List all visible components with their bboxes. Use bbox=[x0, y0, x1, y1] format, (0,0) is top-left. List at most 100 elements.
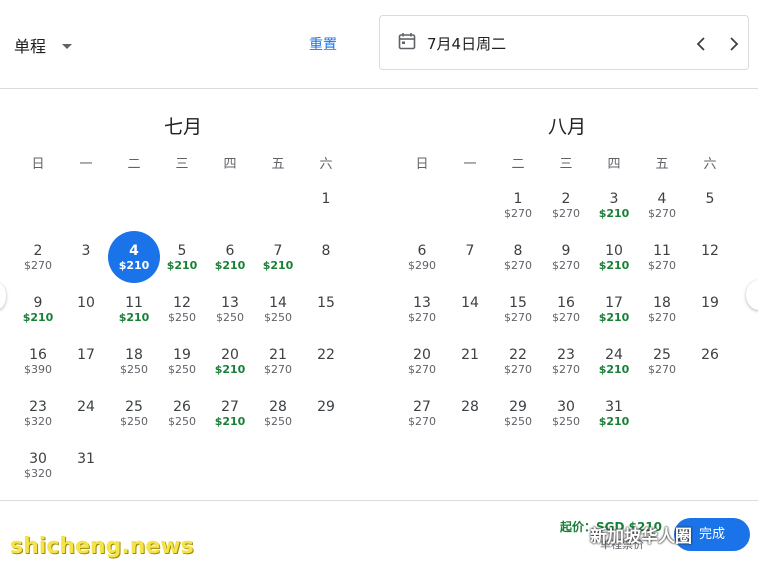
date-field[interactable]: 7月4日周二 bbox=[379, 15, 749, 70]
day-price: $210 bbox=[598, 259, 630, 272]
day-cell[interactable]: 28 $250 bbox=[254, 397, 302, 445]
day-price: $250 bbox=[168, 363, 196, 376]
day-price: $290 bbox=[408, 259, 436, 272]
day-cell[interactable]: 29 bbox=[302, 397, 350, 445]
day-cell[interactable]: 2 $270 bbox=[14, 241, 62, 289]
day-cell[interactable]: 19 $250 bbox=[158, 345, 206, 393]
day-cell[interactable]: 10 $210 bbox=[590, 241, 638, 289]
day-number: 5 bbox=[177, 243, 187, 259]
day-cell[interactable]: 3 $210 bbox=[590, 189, 638, 237]
day-cell[interactable]: 24 $210 bbox=[590, 345, 638, 393]
day-number: 1 bbox=[513, 191, 523, 207]
weekday-header: 三 bbox=[559, 157, 573, 172]
day-cell[interactable]: 22 $270 bbox=[494, 345, 542, 393]
day-cell[interactable]: 11 $270 bbox=[638, 241, 686, 289]
day-cell[interactable]: 23 $320 bbox=[14, 397, 62, 445]
reset-button[interactable]: 重置 bbox=[309, 34, 337, 54]
day-price: $250 bbox=[264, 311, 292, 324]
day-cell[interactable]: 21 bbox=[446, 345, 494, 393]
day-number: 11 bbox=[653, 243, 671, 259]
day-cell[interactable]: 26 bbox=[686, 345, 734, 393]
day-cell[interactable]: 3 bbox=[62, 241, 110, 289]
day-number: 26 bbox=[173, 399, 191, 415]
day-cell[interactable]: 9 $210 bbox=[14, 293, 62, 341]
day-cell[interactable]: 18 $250 bbox=[110, 345, 158, 393]
weekday-header: 二 bbox=[127, 157, 141, 172]
day-cell[interactable]: 6 $290 bbox=[398, 241, 446, 289]
day-price: $320 bbox=[24, 415, 52, 428]
day-number: 22 bbox=[509, 347, 527, 363]
day-cell[interactable]: 6 $210 bbox=[206, 241, 254, 289]
day-cell[interactable]: 15 bbox=[302, 293, 350, 341]
day-number: 29 bbox=[509, 399, 527, 415]
day-number: 9 bbox=[561, 243, 571, 259]
weekday-header: 六 bbox=[319, 157, 333, 172]
day-cell[interactable]: 13 $250 bbox=[206, 293, 254, 341]
day-cell[interactable]: 23 $270 bbox=[542, 345, 590, 393]
day-number: 3 bbox=[81, 243, 91, 259]
day-cell[interactable]: 25 $270 bbox=[638, 345, 686, 393]
day-number: 20 bbox=[221, 347, 239, 363]
day-cell[interactable]: 7 bbox=[446, 241, 494, 289]
day-cell[interactable]: 8 $270 bbox=[494, 241, 542, 289]
day-cell[interactable]: 17 $210 bbox=[590, 293, 638, 341]
day-cell[interactable]: 1 bbox=[302, 189, 350, 237]
scroll-prev-month-button[interactable] bbox=[0, 283, 6, 309]
day-cell[interactable]: 25 $250 bbox=[110, 397, 158, 445]
day-cell[interactable]: 26 $250 bbox=[158, 397, 206, 445]
day-cell[interactable]: 9 $270 bbox=[542, 241, 590, 289]
day-cell[interactable]: 8 bbox=[302, 241, 350, 289]
day-cell[interactable]: 24 bbox=[62, 397, 110, 445]
day-cell[interactable]: 5 $210 bbox=[158, 241, 206, 289]
day-cell[interactable]: 13 $270 bbox=[398, 293, 446, 341]
day-cell[interactable]: 14 bbox=[446, 293, 494, 341]
day-cell[interactable]: 30 $250 bbox=[542, 397, 590, 445]
day-cell[interactable]: 11 $210 bbox=[110, 293, 158, 341]
day-cell[interactable]: 27 $270 bbox=[398, 397, 446, 445]
scroll-next-month-button[interactable] bbox=[746, 280, 758, 310]
day-price: $320 bbox=[24, 467, 52, 480]
chevron-left-icon[interactable] bbox=[690, 33, 712, 55]
day-cell[interactable]: 22 bbox=[302, 345, 350, 393]
day-number: 18 bbox=[125, 347, 143, 363]
trip-type-dropdown[interactable]: 单程 bbox=[14, 33, 73, 57]
day-number: 10 bbox=[77, 295, 95, 311]
day-cell[interactable]: 28 bbox=[446, 397, 494, 445]
day-cell[interactable]: 20 $210 bbox=[206, 345, 254, 393]
day-cell[interactable]: 10 bbox=[62, 293, 110, 341]
day-cell[interactable]: 5 bbox=[686, 189, 734, 237]
day-cell[interactable]: 17 bbox=[62, 345, 110, 393]
day-cell-selected[interactable]: 4 $210 bbox=[110, 241, 158, 289]
day-cell[interactable]: 7 $210 bbox=[254, 241, 302, 289]
day-cell[interactable]: 31 $210 bbox=[590, 397, 638, 445]
day-number: 13 bbox=[221, 295, 239, 311]
day-cell[interactable]: 14 $250 bbox=[254, 293, 302, 341]
day-number: 8 bbox=[513, 243, 523, 259]
day-cell[interactable]: 29 $250 bbox=[494, 397, 542, 445]
day-cell[interactable]: 4 $270 bbox=[638, 189, 686, 237]
day-number: 20 bbox=[413, 347, 431, 363]
day-cell[interactable]: 18 $270 bbox=[638, 293, 686, 341]
day-price: $250 bbox=[264, 415, 292, 428]
day-price: $210 bbox=[214, 415, 246, 428]
day-cell[interactable]: 27 $210 bbox=[206, 397, 254, 445]
day-cell[interactable]: 16 $390 bbox=[14, 345, 62, 393]
day-cell[interactable]: 30 $320 bbox=[14, 449, 62, 497]
day-price: $270 bbox=[504, 311, 532, 324]
day-cell[interactable]: 16 $270 bbox=[542, 293, 590, 341]
day-number: 31 bbox=[77, 451, 95, 467]
watermark-channel: 新加坡华人圈 bbox=[590, 527, 692, 547]
chevron-right-icon[interactable] bbox=[723, 33, 745, 55]
day-cell[interactable]: 15 $270 bbox=[494, 293, 542, 341]
selected-date-text: 7月4日周二 bbox=[427, 35, 507, 53]
day-price: $210 bbox=[118, 259, 150, 272]
weekday-header: 一 bbox=[79, 157, 93, 172]
day-cell[interactable]: 1 $270 bbox=[494, 189, 542, 237]
day-cell[interactable]: 19 bbox=[686, 293, 734, 341]
day-cell[interactable]: 20 $270 bbox=[398, 345, 446, 393]
day-cell[interactable]: 12 bbox=[686, 241, 734, 289]
day-cell[interactable]: 31 bbox=[62, 449, 110, 497]
day-cell[interactable]: 2 $270 bbox=[542, 189, 590, 237]
day-cell[interactable]: 12 $250 bbox=[158, 293, 206, 341]
day-cell[interactable]: 21 $270 bbox=[254, 345, 302, 393]
